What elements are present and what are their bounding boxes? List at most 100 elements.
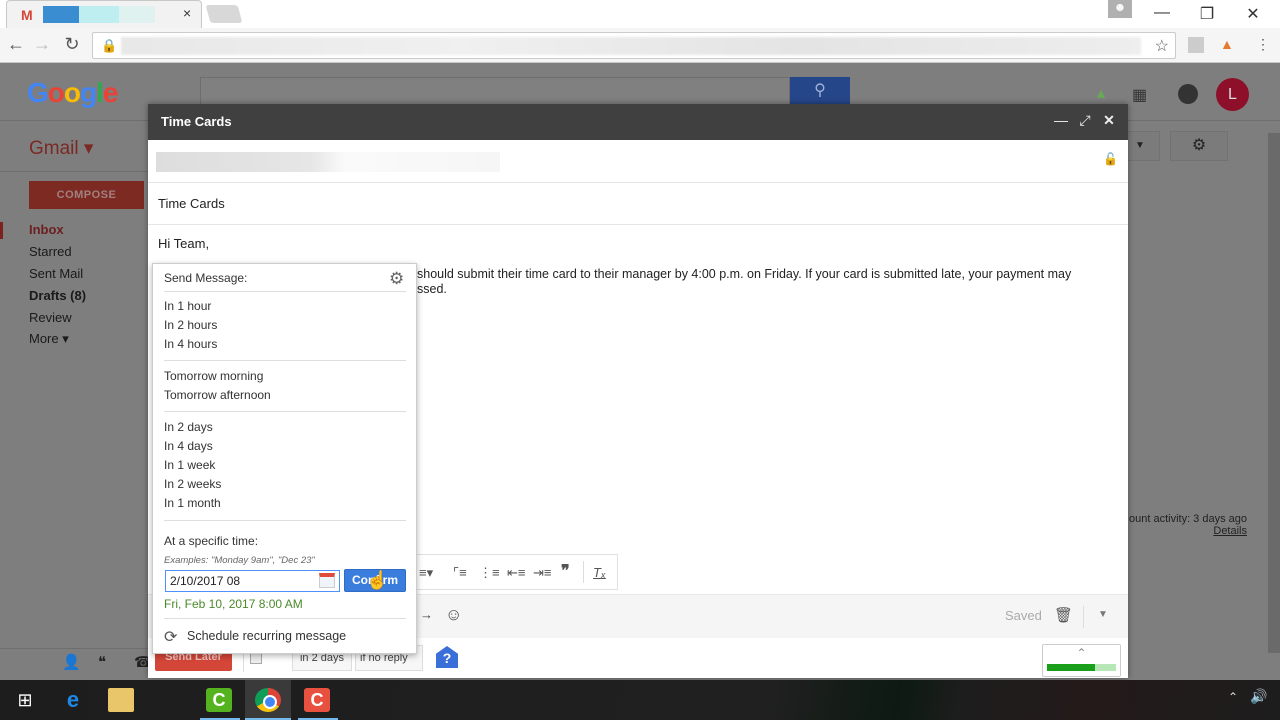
profile-icon[interactable]: ☻ [1108,0,1132,18]
send-progress-widget[interactable]: ⌃ [1042,644,1121,677]
close-icon[interactable]: ✕ [1100,112,1118,129]
divider [164,618,406,619]
camtasia-recorder-icon[interactable]: C [206,688,232,712]
numbered-list-icon[interactable]: ⌜≡ [453,565,467,581]
recurring-refresh-icon[interactable]: ⟳ [164,627,177,647]
link-icon[interactable]: → [420,607,433,622]
body-text-line[interactable]: should submit their time card to their m… [417,267,1071,281]
logo-letter: l [96,77,104,108]
send-time-option[interactable]: Tomorrow afternoon [164,388,271,402]
tab-title-redacted [43,6,79,23]
reload-icon[interactable]: ↻ [60,34,84,55]
send-time-option[interactable]: In 4 hours [164,337,217,351]
chrome-browser-icon[interactable] [255,688,281,712]
edge-browser-icon[interactable]: e [60,688,86,712]
search-input[interactable] [200,77,790,105]
schedule-recurring-link[interactable]: Schedule recurring message [187,629,346,643]
apps-grid-icon[interactable]: ▦ [1132,85,1147,105]
windows-start-icon[interactable]: ⊞ [12,688,38,712]
search-button[interactable]: ⚲ [790,77,850,105]
align-icon[interactable]: ≡▾ [419,565,433,581]
contacts-person-icon[interactable]: 👤 [62,653,81,671]
send-time-option[interactable]: In 2 days [164,420,213,434]
compose-header[interactable]: Time Cards — ⤢ ✕ [148,104,1128,140]
emoji-icon[interactable]: ☺ [445,605,462,625]
browser-tab-gmail[interactable]: M × [6,0,202,28]
send-time-option[interactable]: In 1 hour [164,299,211,313]
pdf-extension-icon[interactable] [1188,37,1204,53]
body-greeting[interactable]: Hi Team, [158,236,209,251]
indent-less-icon[interactable]: ⇤≡ [507,565,525,581]
window-minimize-button[interactable]: — [1148,4,1176,22]
send-time-option[interactable]: In 1 week [164,458,215,472]
volume-icon[interactable]: 🔊 [1250,688,1267,705]
formatting-toolbar: ≡▾ ⌜≡ ⋮≡ ⇤≡ ⇥≡ ❞ Tₓ [416,554,618,590]
sidebar-item-starred[interactable]: Starred [29,244,72,259]
notifications-bell-icon[interactable] [1178,84,1198,104]
boomerang-extension-icon[interactable]: ▲ [1220,36,1234,52]
sidebar-item-drafts[interactable]: Drafts (8) [29,288,86,303]
calendar-icon[interactable] [319,573,335,588]
specific-time-label: At a specific time: [164,534,259,548]
logo-letter: G [27,77,49,108]
subject-value: Time Cards [158,196,225,211]
send-time-option[interactable]: In 4 days [164,439,213,453]
popup-settings-gear-icon[interactable]: ⚙ [389,269,404,289]
secure-lock-icon: 🔒 [101,38,118,53]
divider [164,520,406,521]
boomerang-icon[interactable]: ▲ [1094,85,1108,101]
active-indicator [0,222,3,239]
new-tab-button[interactable] [205,5,243,23]
sidebar-item-inbox[interactable]: Inbox [29,222,64,237]
minimize-icon[interactable]: — [1052,112,1070,128]
sidebar-item-more[interactable]: More ▾ [29,331,69,347]
address-bar[interactable]: 🔒 ☆ [92,32,1176,59]
send-time-option[interactable]: In 2 hours [164,318,217,332]
send-time-option[interactable]: In 1 month [164,496,221,510]
send-time-option[interactable]: Tomorrow morning [164,369,263,383]
specific-time-input[interactable] [165,570,340,592]
tray-expand-chevron-icon[interactable]: ⌃ [1228,690,1238,704]
recipients-redacted [156,152,500,172]
unlock-icon[interactable]: 🔓 [1103,152,1118,166]
bulleted-list-icon[interactable]: ⋮≡ [479,565,500,581]
compose-button[interactable]: COMPOSE [29,181,144,209]
window-restore-button[interactable]: ❐ [1193,4,1221,24]
progress-bar-fill [1047,664,1096,671]
chrome-menu-icon[interactable]: ⋮ [1256,36,1270,53]
tab-close-icon[interactable]: × [183,5,191,21]
recipients-field[interactable]: 🔓 [148,140,1128,183]
hangouts-icon[interactable]: ❝ [98,653,106,671]
divider [164,291,406,292]
exit-fullscreen-icon[interactable]: ⤢ [1076,112,1094,129]
gmail-favicon-icon: M [21,7,33,23]
boomerang-checkbox[interactable] [250,653,262,664]
sidebar-item-sent-mail[interactable]: Sent Mail [29,266,83,281]
send-later-popup: Send Message: ⚙ At a specific time: Exam… [152,263,417,654]
scrollbar[interactable] [1268,133,1280,653]
send-time-option[interactable]: In 2 weeks [164,477,221,491]
divider [164,360,406,361]
bookmark-star-icon[interactable]: ☆ [1155,36,1169,56]
remove-formatting-icon[interactable]: Tₓ [593,565,606,580]
indent-more-icon[interactable]: ⇥≡ [533,565,551,581]
quote-icon[interactable]: ❞ [561,561,570,581]
gmail-app-switcher[interactable]: Gmail ▾ [29,137,93,160]
more-options-chevron-icon[interactable]: ▼ [1098,609,1108,620]
sidebar-item-review[interactable]: Review [29,310,72,325]
browser-tab-bar: M × ☻ — ❐ ✕ [0,0,1280,28]
details-link[interactable]: Details [1180,525,1247,537]
hand-cursor-icon: ☝ [366,570,389,590]
subject-field[interactable] [148,183,1128,225]
window-close-button[interactable]: ✕ [1239,4,1267,24]
search-icon: ⚲ [814,82,826,99]
discard-trash-icon[interactable]: 🗑 [1054,606,1073,624]
body-text-line[interactable]: ssed. [417,282,447,296]
camtasia-studio-icon[interactable]: C [304,688,330,712]
forward-arrow-icon[interactable]: → [30,34,54,55]
saved-status: Saved [1005,608,1042,623]
back-arrow-icon[interactable]: ← [4,34,28,55]
settings-gear-button[interactable]: ⚙ [1170,131,1228,161]
file-explorer-icon[interactable] [108,688,134,712]
account-avatar[interactable]: L [1216,78,1249,111]
